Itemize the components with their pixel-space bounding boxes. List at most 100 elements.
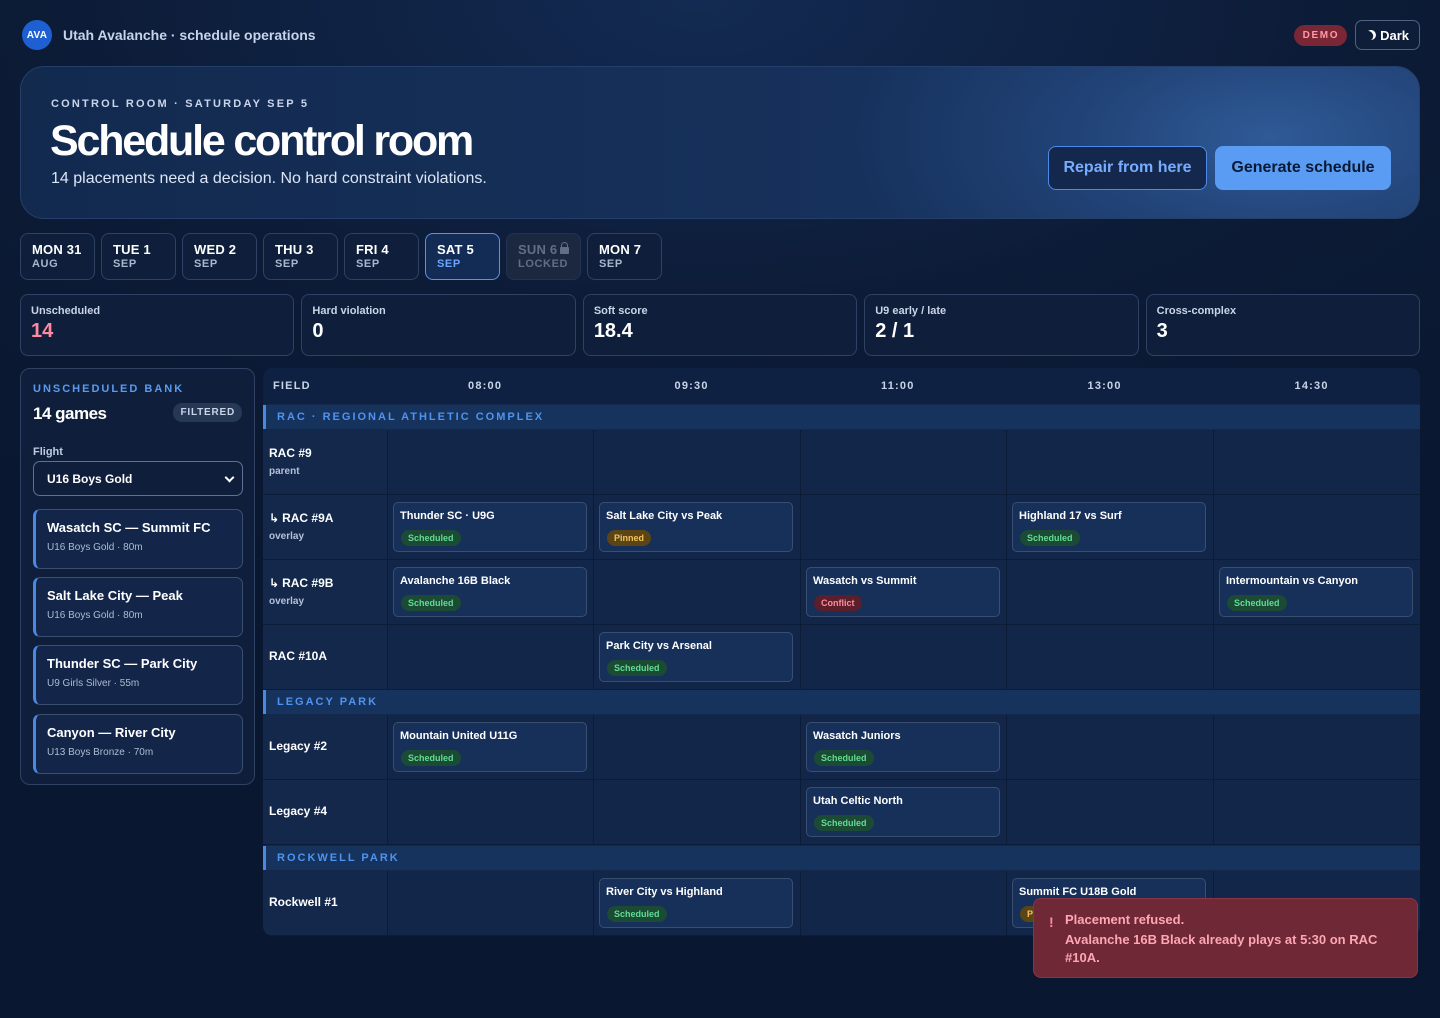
day-tab[interactable]: MON 7 SEP <box>587 233 662 280</box>
day-tab-month: AUG <box>32 258 59 270</box>
time-column-header: 14:30 <box>1294 380 1329 392</box>
top-bar: AVA Utah Avalanche · schedule operations… <box>22 16 1420 54</box>
unscheduled-game-card[interactable]: Thunder SC — Park City U9 Girls Silver · … <box>33 645 243 705</box>
app-title: Utah Avalanche · schedule operations <box>63 27 316 43</box>
stats-row: Unscheduled 14 Hard violation 0 Soft score 18… <box>20 294 1421 356</box>
game-title: Salt Lake City vs Peak <box>606 510 723 522</box>
day-tab[interactable]: TUE 1 SEP <box>101 233 176 280</box>
hero-subtitle: 14 placements need a decision. No hard c… <box>51 170 487 187</box>
field-subtype: overlay <box>269 531 305 542</box>
day-tab-month: LOCKED <box>518 258 569 270</box>
scheduled-game[interactable]: Park City vs Arsenal Scheduled <box>599 632 793 682</box>
status-badge: Scheduled <box>401 595 461 611</box>
day-tab-month: SEP <box>194 258 218 270</box>
day-tab[interactable]: MON 31 AUG <box>20 233 95 280</box>
unscheduled-game-card[interactable]: Wasatch SC — Summit FC U16 Boys Gold · 80… <box>33 509 243 569</box>
scheduled-game[interactable]: Highland 17 vs Surf Scheduled <box>1012 502 1206 552</box>
toast-message: Avalanche 16B Black already plays at 5:3… <box>1065 932 1378 965</box>
field-name: Rockwell #1 <box>269 895 338 909</box>
game-title: Utah Celtic North <box>813 795 903 807</box>
scheduled-game[interactable]: Wasatch Juniors Scheduled <box>806 722 1000 772</box>
stat-value: 3 <box>1156 320 1168 342</box>
status-badge: Scheduled <box>401 750 461 766</box>
day-tab-day-text: THU 3 <box>275 242 314 257</box>
grid-divider <box>387 715 388 779</box>
complex-section-header: ROCKWELL PARK <box>263 846 1420 870</box>
scheduled-game[interactable]: Salt Lake City vs Peak Pinned <box>599 502 793 552</box>
game-card-title: Salt Lake City — Peak <box>47 588 183 603</box>
scheduled-game[interactable]: River City vs Highland Scheduled <box>599 878 793 928</box>
day-tab[interactable]: THU 3 SEP <box>263 233 338 280</box>
complex-name: ROCKWELL PARK <box>277 852 400 864</box>
game-card-meta: U16 Boys Gold · 80m <box>47 610 143 621</box>
complex-section-header: RAC · REGIONAL ATHLETIC COMPLEX <box>263 405 1420 429</box>
day-tab-day-text: SAT 5 <box>437 242 474 257</box>
status-badge: Pinned <box>607 530 652 546</box>
time-column-header: 08:00 <box>468 380 503 392</box>
day-tab[interactable]: SAT 5 SEP <box>425 233 500 280</box>
field-name-text: RAC #10A <box>269 649 328 663</box>
scheduled-game[interactable]: Thunder SC · U9G Scheduled <box>393 502 587 552</box>
field-name: RAC #10A <box>269 649 327 663</box>
stat-value: 14 <box>31 320 54 342</box>
row-cells <box>387 625 1420 689</box>
stat-card: Soft score 18.4 <box>582 294 858 356</box>
grid-divider <box>387 430 388 494</box>
game-card-title: Wasatch SC — Summit FC <box>47 520 211 535</box>
field-name: ↳ RAC #9B <box>269 576 333 590</box>
theme-toggle-button[interactable]: Dark <box>1355 20 1420 50</box>
time-column-header: 11:00 <box>881 380 915 392</box>
scheduled-game[interactable]: Avalanche 16B Black Scheduled <box>393 567 587 617</box>
game-card-title: Canyon — River City <box>47 725 176 740</box>
chevron-down-icon <box>224 472 235 483</box>
field-name-text: RAC #9B <box>282 576 334 590</box>
field-name-text: Legacy #4 <box>269 804 328 818</box>
field-column-header: FIELD <box>273 380 311 392</box>
status-badge: Conflict <box>814 595 862 611</box>
stat-label: Unscheduled <box>31 305 101 317</box>
day-tab[interactable]: WED 2 SEP <box>182 233 257 280</box>
day-tab-month: SEP <box>113 258 137 270</box>
grid-divider <box>593 780 594 844</box>
grid-divider <box>800 495 801 559</box>
game-title: Avalanche 16B Black <box>400 575 511 587</box>
scheduled-game[interactable]: Mountain United U11G Scheduled <box>393 722 587 772</box>
scheduled-game[interactable]: Wasatch vs Summit Conflict <box>806 567 1000 617</box>
field-name: RAC #9 <box>269 446 312 460</box>
day-tab-day: SAT 5 <box>437 242 499 257</box>
schedule-grid: FIELD 08:00 09:30 11:00 13:00 14:30 RAC · RE… <box>263 368 1420 936</box>
alert-icon: ! <box>1049 914 1054 930</box>
grid-divider <box>800 871 801 935</box>
grid-divider <box>1006 715 1007 779</box>
day-tab-day-text: FRI 4 <box>356 242 389 257</box>
day-tab[interactable]: FRI 4 SEP <box>344 233 419 280</box>
status-badge: Scheduled <box>1020 530 1080 546</box>
unscheduled-game-card[interactable]: Salt Lake City — Peak U16 Boys Gold · 80m <box>33 577 243 637</box>
flight-label: Flight <box>33 446 63 458</box>
game-title: Summit FC U18B Gold <box>1019 886 1137 898</box>
time-column-header: 09:30 <box>674 380 709 392</box>
flight-select[interactable]: U16 Boys Gold <box>33 461 243 496</box>
complex-section-header: LEGACY PARK <box>263 690 1420 714</box>
day-tab-day-text: MON 31 <box>32 242 82 257</box>
repair-from-here-button[interactable]: Repair from here <box>1048 146 1207 190</box>
day-tab: SUN 6 LOCKED <box>506 233 581 280</box>
game-card-meta: U16 Boys Gold · 80m <box>47 542 143 553</box>
overlay-arrow-icon: ↳ <box>269 511 280 525</box>
time-column-header: 13:00 <box>1087 380 1122 392</box>
filtered-badge: FILTERED <box>173 403 242 422</box>
stat-label: Cross-complex <box>1156 305 1237 317</box>
flight-select-value: U16 Boys Gold <box>47 471 133 486</box>
day-tab-month: SEP <box>275 258 299 270</box>
complex-name: LEGACY PARK <box>277 696 379 708</box>
grid-divider <box>387 780 388 844</box>
stat-card: Unscheduled 14 <box>20 294 295 356</box>
grid-divider <box>1213 780 1214 844</box>
day-tab-day: THU 3 <box>275 242 337 257</box>
scheduled-game[interactable]: Utah Celtic North Scheduled <box>806 787 1000 837</box>
scheduled-game[interactable]: Intermountain vs Canyon Scheduled <box>1219 567 1413 617</box>
moon-icon <box>1365 29 1378 42</box>
generate-schedule-button[interactable]: Generate schedule <box>1215 146 1391 190</box>
game-title: Intermountain vs Canyon <box>1226 575 1359 587</box>
unscheduled-game-card[interactable]: Canyon — River City U13 Boys Bronze · 70m <box>33 714 243 774</box>
